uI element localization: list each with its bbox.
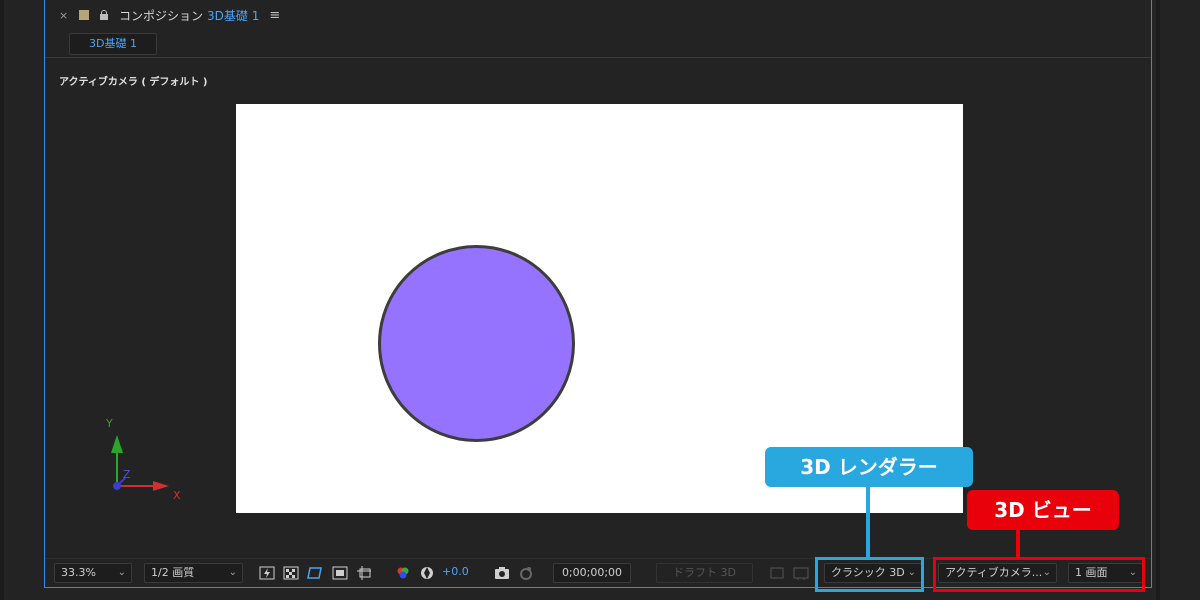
channel-icon[interactable] (395, 566, 411, 580)
label-color-swatch[interactable] (79, 10, 89, 20)
chevron-down-icon: ⌄ (228, 567, 237, 578)
axis-y-label: Y (106, 417, 113, 430)
transparency-grid-icon[interactable] (283, 566, 299, 580)
renderer-callout: 3D レンダラー (765, 447, 973, 487)
zoom-dropdown[interactable]: 33.3% ⌄ (54, 563, 132, 583)
axis-gizmo: Y Z X (105, 415, 205, 505)
chevron-down-icon: ⌄ (117, 567, 126, 578)
mask-path-icon[interactable] (307, 566, 323, 580)
draft-3d-button[interactable]: ドラフト 3D (656, 563, 753, 583)
axis-z-label: Z (123, 468, 131, 481)
3d-ground-plane-icon[interactable] (769, 566, 785, 580)
resolution-dropdown[interactable]: 1/2 画質 ⌄ (144, 563, 243, 583)
circle-layer[interactable] (378, 245, 575, 442)
right-edge (1156, 0, 1160, 600)
left-edge (0, 0, 4, 600)
panel-type-label: コンポジション (119, 8, 204, 23)
close-icon[interactable]: × (59, 9, 69, 22)
exposure-value[interactable]: +0.0 (442, 563, 469, 583)
region-of-interest-icon[interactable] (332, 566, 348, 580)
timecode-display[interactable]: 0;00;00;00 (553, 563, 631, 583)
reset-exposure-icon[interactable] (419, 566, 435, 580)
camera-snapshot-icon[interactable] (494, 566, 510, 580)
extended-viewer-icon[interactable] (793, 566, 809, 580)
lock-icon[interactable] (99, 10, 109, 20)
active-camera-label: アクティブカメラ ( デフォルト ) (59, 77, 208, 88)
grid-guides-icon[interactable] (357, 566, 373, 580)
renderer-callout-connector (866, 486, 870, 558)
panel-header: × コンポジション 3D基礎 1 ≡ (45, 0, 1151, 30)
tab-comp[interactable]: 3D基礎 1 (69, 33, 157, 55)
fast-preview-icon[interactable] (259, 566, 275, 580)
view-highlight-frame (933, 557, 1145, 592)
axis-gizmo-graphic (111, 435, 169, 491)
view-callout: 3D ビュー (967, 490, 1119, 530)
draft-3d-label: ドラフト 3D (673, 566, 736, 579)
comp-tab-bar: 3D基礎 1 (45, 30, 1151, 58)
view-callout-connector (1016, 528, 1020, 558)
zoom-value: 33.3% (61, 566, 96, 579)
axis-x-label: X (173, 489, 181, 502)
show-snapshot-icon[interactable] (518, 566, 534, 580)
renderer-highlight-frame (815, 557, 924, 592)
resolution-value: 1/2 画質 (151, 566, 195, 579)
panel-menu-icon[interactable]: ≡ (269, 8, 280, 23)
comp-name-label: 3D基礎 1 (207, 8, 260, 23)
